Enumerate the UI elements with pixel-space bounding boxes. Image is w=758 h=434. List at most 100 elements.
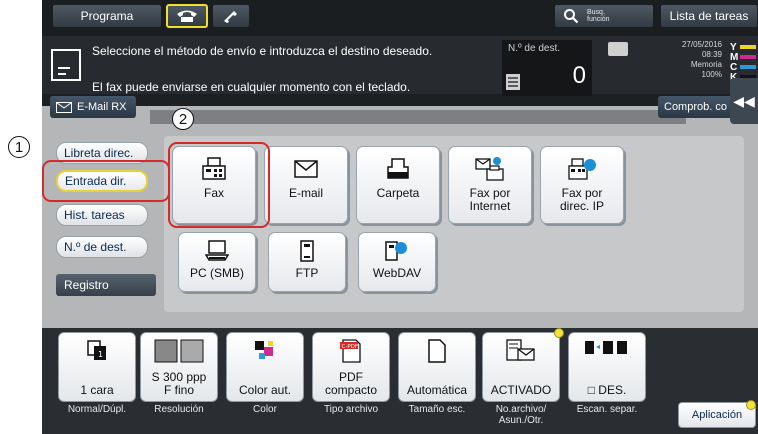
tile-label: Fax por direc. IP bbox=[559, 186, 604, 213]
separate-scan-button[interactable]: □ DES. bbox=[568, 332, 646, 402]
fax-scan-screen: Programa Busq. función Lista de tareas S… bbox=[42, 0, 758, 434]
destination-counter: N.º de dest. 0 bbox=[502, 40, 592, 96]
caption-duplex: Normal/Dúpl. bbox=[67, 404, 127, 415]
tile-folder[interactable]: Carpeta bbox=[356, 146, 440, 224]
fax-keypad-icon bbox=[51, 49, 81, 81]
setting-changed-indicator bbox=[554, 328, 564, 338]
tile-label: Carpeta bbox=[376, 186, 420, 200]
scan-size-button[interactable]: Automática bbox=[398, 332, 476, 402]
sidebar: Libreta direc. Entrada dir. Hist. tareas… bbox=[42, 124, 160, 320]
tile-label: E-mail bbox=[288, 186, 323, 200]
toner-bar bbox=[740, 55, 756, 59]
highlight-fax-tile bbox=[168, 142, 270, 228]
simplex-icon: 1 bbox=[59, 339, 135, 361]
tile-label: WebDAV bbox=[372, 266, 422, 280]
toner-y: Y bbox=[730, 42, 758, 53]
ip-fax-icon bbox=[567, 157, 597, 181]
tile-label: Fax por Internet bbox=[469, 186, 511, 213]
phone-button[interactable] bbox=[166, 4, 208, 28]
sidebar-item-dest-number[interactable]: N.º de dest. bbox=[56, 236, 148, 258]
file-name-value: ACTIVADO bbox=[490, 383, 552, 397]
phone-icon bbox=[177, 10, 197, 22]
scan-size-value: Automática bbox=[406, 383, 468, 397]
folder-icon bbox=[386, 157, 410, 181]
programa-button[interactable]: Programa bbox=[52, 4, 162, 28]
device-status: 27/05/2016 08:39 Memoria 100% bbox=[640, 40, 722, 80]
instruction-text: Seleccione el método de envío e introduz… bbox=[92, 44, 433, 58]
search-label-line1: Busq. bbox=[587, 9, 605, 16]
search-function-label: Busq. función bbox=[587, 9, 610, 23]
caption-file-name: No.archivo/ Asun./Otr. bbox=[495, 404, 547, 426]
collapse-panel-button[interactable]: ◀◀ bbox=[730, 78, 758, 124]
callout-2: 2 bbox=[172, 108, 194, 130]
tile-internet-fax[interactable]: Fax por Internet bbox=[448, 146, 532, 224]
toner-levels: Y M C K bbox=[730, 42, 758, 83]
caption-file-type: Tipo archivo bbox=[323, 404, 379, 415]
toner-bar bbox=[740, 45, 756, 49]
duplex-button[interactable]: 1 1 cara bbox=[58, 332, 136, 402]
settings-bar: 1 1 cara S 300 ppp F fino Color aut. C-P… bbox=[42, 328, 758, 434]
caption-color: Color bbox=[253, 404, 277, 415]
caption-separate-scan: Escan. separ. bbox=[576, 404, 638, 415]
separate-scan-value-text: DES. bbox=[598, 383, 627, 397]
compact-pdf-icon: C-PDF bbox=[313, 339, 389, 363]
webdav-icon bbox=[384, 239, 410, 263]
email-rx-label: E-Mail RX bbox=[77, 101, 127, 113]
pdf-badge: C-PDF bbox=[342, 344, 359, 350]
alert-icon[interactable] bbox=[608, 42, 628, 56]
tile-webdav[interactable]: WebDAV bbox=[358, 232, 436, 292]
separate-scan-icon bbox=[569, 339, 645, 359]
email-icon bbox=[294, 157, 318, 181]
application-button[interactable]: Aplicación bbox=[678, 402, 756, 428]
double-chevron-left-icon: ◀◀ bbox=[733, 92, 755, 109]
auto-color-icon bbox=[227, 339, 303, 363]
tile-pc-smb[interactable]: PC (SMB) bbox=[178, 232, 256, 292]
duplex-value: 1 cara bbox=[80, 383, 114, 397]
tile-label: PC (SMB) bbox=[190, 266, 244, 280]
destination-count-label: N.º de dest. bbox=[508, 43, 561, 54]
toner-c: C bbox=[730, 62, 758, 73]
status-date: 27/05/2016 bbox=[681, 40, 722, 49]
color-value: Color aut. bbox=[238, 383, 292, 397]
resolution-button[interactable]: S 300 ppp F fino bbox=[140, 332, 218, 402]
sidebar-item-job-history[interactable]: Hist. tareas bbox=[56, 204, 148, 226]
file-type-button[interactable]: C-PDF PDF compacto bbox=[312, 332, 390, 402]
separate-scan-value: □ DES. bbox=[588, 384, 627, 397]
tile-email[interactable]: E-mail bbox=[264, 146, 348, 224]
envelope-icon bbox=[56, 101, 72, 113]
svg-text:1: 1 bbox=[98, 350, 103, 359]
page-icon bbox=[399, 339, 475, 363]
resolution-value: S 300 ppp F fino bbox=[151, 370, 207, 397]
search-icon bbox=[564, 9, 579, 24]
internet-fax-icon bbox=[475, 157, 505, 181]
caption-resolution: Resolución bbox=[154, 404, 204, 415]
pc-icon bbox=[205, 239, 229, 263]
status-time: 08:39 bbox=[701, 50, 722, 59]
search-function-button[interactable]: Busq. función bbox=[554, 4, 654, 28]
status-memory-label: Memoria bbox=[690, 60, 722, 69]
message-bar: Seleccione el método de envío e introduz… bbox=[42, 36, 758, 96]
callout-1: 1 bbox=[8, 136, 30, 158]
checkbox-icon: □ bbox=[587, 383, 595, 397]
job-list-button[interactable]: Lista de tareas bbox=[660, 4, 758, 28]
handset-icon bbox=[224, 11, 237, 23]
onhook-button[interactable] bbox=[212, 4, 250, 28]
destination-list-icon[interactable] bbox=[506, 74, 520, 90]
file-name-subject-button[interactable]: ACTIVADO bbox=[482, 332, 560, 402]
tile-label: FTP bbox=[295, 266, 319, 280]
tile-ftp[interactable]: FTP bbox=[268, 232, 346, 292]
toner-m: M bbox=[730, 52, 758, 63]
email-rx-button[interactable]: E-Mail RX bbox=[50, 96, 136, 118]
search-label-line2: función bbox=[587, 16, 610, 23]
keyboard-hint-text: El fax puede enviarse en cualquier momen… bbox=[92, 80, 411, 94]
ftp-icon bbox=[299, 239, 315, 263]
caption-scan-size: Tamaño esc. bbox=[408, 404, 466, 415]
tile-ip-fax[interactable]: Fax por direc. IP bbox=[540, 146, 624, 224]
destination-entry-bar bbox=[150, 110, 686, 124]
highlight-direct-input bbox=[42, 160, 170, 202]
file-type-value: PDF compacto bbox=[324, 370, 378, 397]
color-button[interactable]: Color aut. bbox=[226, 332, 304, 402]
register-button[interactable]: Registro bbox=[56, 274, 156, 296]
application-indicator bbox=[746, 400, 756, 410]
check-destination-button[interactable]: Comprob. co bbox=[658, 96, 734, 118]
